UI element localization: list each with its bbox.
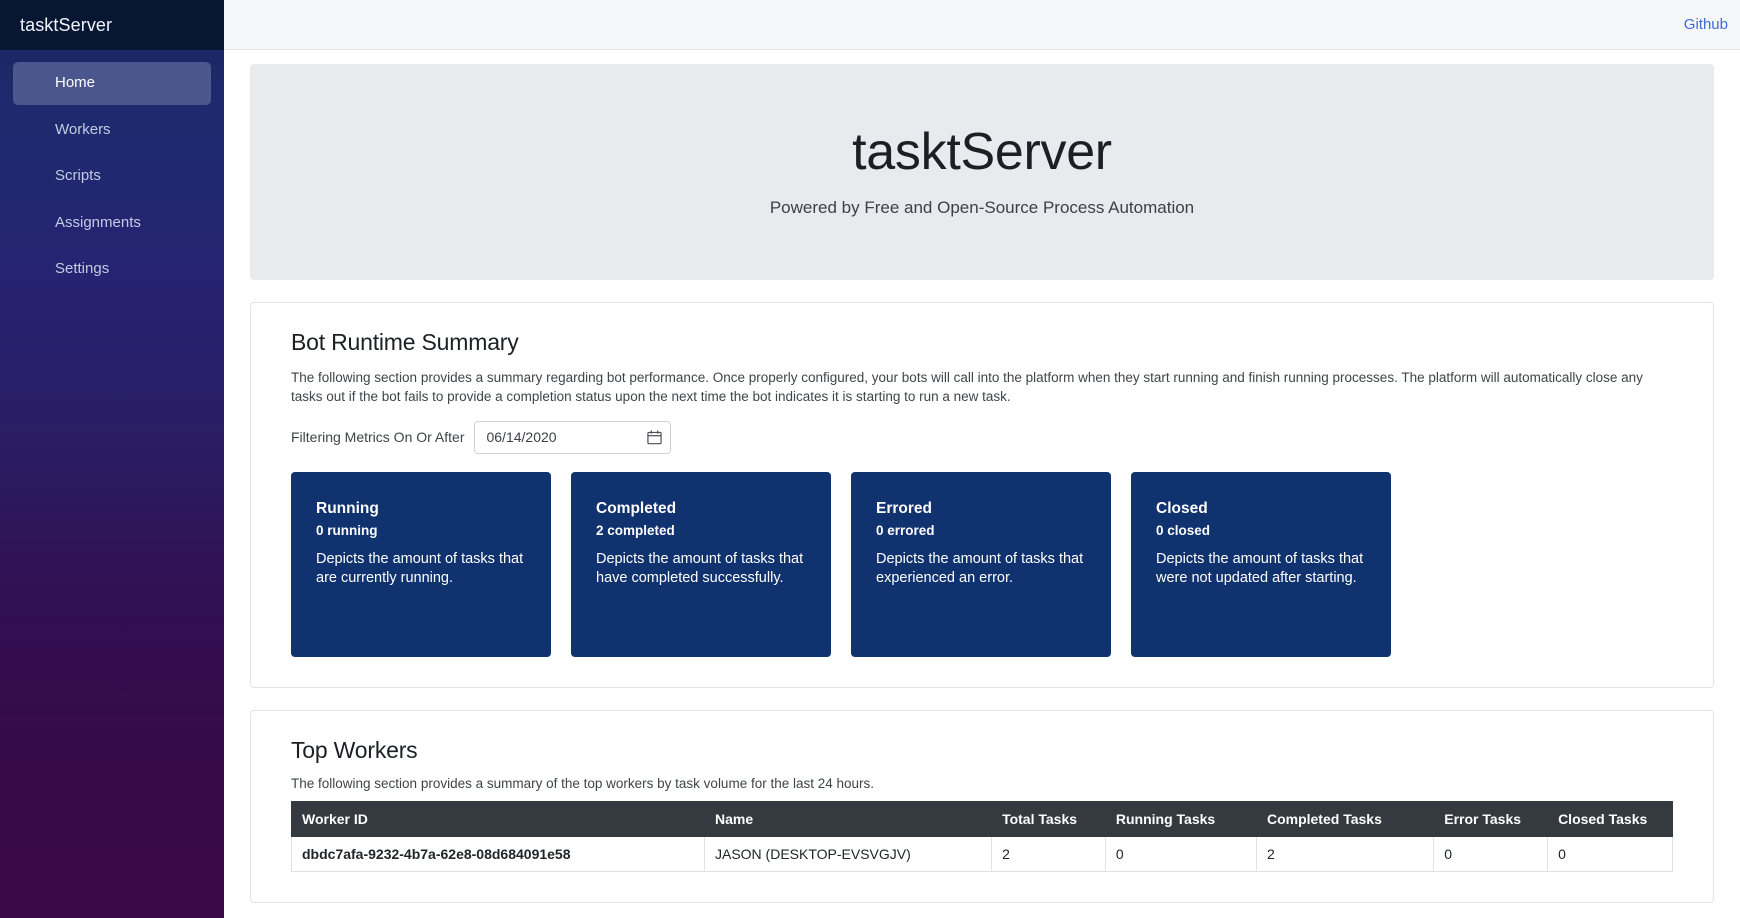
- bot-runtime-summary-description: The following section provides a summary…: [291, 370, 1643, 405]
- sidebar-item-settings-label: Settings: [55, 260, 110, 277]
- sidebar-item-scripts-label: Scripts: [55, 167, 101, 184]
- top-workers-description: The following section provides a summary…: [291, 775, 875, 791]
- metrics-date-value: 06/14/2020: [486, 429, 557, 445]
- table-row[interactable]: dbdc7afa-9232-4b7a-62e8-08d684091e58 JAS…: [291, 835, 1673, 872]
- top-workers-panel: Top Workers The following section provid…: [250, 709, 1714, 903]
- sidebar-item-settings-wrapper: Settings: [13, 248, 211, 291]
- metric-card-errored-description: Depicts the amount of tasks that experie…: [876, 551, 1084, 586]
- sidebar-item-workers-wrapper: Workers: [13, 109, 211, 152]
- sidebar-item-settings[interactable]: Settings: [13, 248, 211, 291]
- hero-subtitle: Powered by Free and Open-Source Process …: [769, 198, 1195, 218]
- column-header-total-tasks: Total Tasks: [991, 800, 1106, 837]
- top-navbar: Github: [224, 0, 1740, 50]
- column-header-error-tasks: Error Tasks: [1433, 800, 1549, 837]
- metric-cards: Running 0 running Depicts the amount of …: [291, 471, 1391, 657]
- top-workers-table: Worker ID Name Total Tasks Running Tasks…: [291, 800, 1673, 872]
- column-header-running-tasks: Running Tasks: [1104, 800, 1257, 837]
- sidebar-brand: tasktServer: [0, 0, 224, 50]
- metric-card-errored-title: Errored: [876, 499, 932, 517]
- sidebar: tasktServer Home Workers Scripts Assignm…: [0, 0, 224, 918]
- top-workers-table-body: dbdc7afa-9232-4b7a-62e8-08d684091e58 JAS…: [291, 835, 1673, 872]
- cell-closed-tasks: 0: [1547, 835, 1673, 872]
- sidebar-item-workers-label: Workers: [55, 120, 111, 138]
- cell-total-tasks: 2: [991, 835, 1106, 872]
- metric-card-running: Running 0 running Depicts the amount of …: [291, 471, 551, 657]
- top-workers-title: Top Workers: [291, 736, 418, 763]
- github-link[interactable]: Github: [1684, 16, 1728, 33]
- metric-card-errored-count: 0 errored: [876, 523, 935, 539]
- page-content: tasktServer Powered by Free and Open-Sou…: [224, 64, 1740, 903]
- page-title: tasktServer: [852, 123, 1112, 181]
- metrics-filter-label: Filtering Metrics On Or After: [291, 429, 465, 445]
- sidebar-item-assignments-label: Assignments: [55, 213, 141, 231]
- column-header-worker-id: Worker ID: [291, 800, 705, 837]
- top-workers-table-head: Worker ID Name Total Tasks Running Tasks…: [291, 800, 1673, 837]
- app-root: tasktServer Home Workers Scripts Assignm…: [0, 0, 1740, 918]
- metric-card-running-description: Depicts the amount of tasks that are cur…: [316, 551, 524, 586]
- metric-card-completed-description: Depicts the amount of tasks that have co…: [596, 551, 804, 586]
- metric-card-closed-count: 0 closed: [1156, 523, 1211, 539]
- sidebar-nav: Home Workers Scripts Assignments Setting…: [0, 50, 224, 291]
- metric-card-closed: Closed 0 closed Depicts the amount of ta…: [1131, 471, 1391, 657]
- metric-card-completed-count: 2 completed: [596, 523, 675, 539]
- metric-card-running-count: 0 running: [316, 523, 378, 539]
- metrics-filter-row: Filtering Metrics On Or After 06/14/2020: [291, 420, 1673, 454]
- sidebar-nav-list: Home Workers Scripts Assignments Setting…: [0, 50, 224, 291]
- cell-name: JASON (DESKTOP-EVSVGJV): [703, 835, 993, 872]
- sidebar-item-workers[interactable]: Workers: [13, 109, 211, 152]
- sidebar-item-home[interactable]: Home: [13, 62, 211, 105]
- metric-card-closed-description: Depicts the amount of tasks that were no…: [1156, 551, 1364, 586]
- metric-card-completed: Completed 2 completed Depicts the amount…: [571, 471, 831, 657]
- cell-completed-tasks: 2: [1255, 835, 1435, 872]
- column-header-closed-tasks: Closed Tasks: [1547, 800, 1673, 837]
- metric-card-closed-title: Closed: [1156, 499, 1208, 517]
- calendar-icon[interactable]: [647, 429, 663, 445]
- bot-runtime-summary-panel: Bot Runtime Summary The following sectio…: [250, 302, 1714, 688]
- main-content: Github tasktServer Powered by Free and O…: [224, 0, 1740, 918]
- cell-error-tasks: 0: [1433, 835, 1549, 872]
- metric-card-running-title: Running: [316, 499, 379, 517]
- column-header-name: Name: [703, 800, 993, 837]
- table-header-row: Worker ID Name Total Tasks Running Tasks…: [291, 800, 1673, 837]
- sidebar-item-home-wrapper: Home: [13, 62, 211, 105]
- column-header-completed-tasks: Completed Tasks: [1255, 800, 1435, 837]
- metric-card-errored: Errored 0 errored Depicts the amount of …: [851, 471, 1111, 657]
- metrics-date-input[interactable]: 06/14/2020: [474, 420, 672, 454]
- brand-title: tasktServer: [20, 14, 113, 35]
- sidebar-item-assignments-wrapper: Assignments: [13, 202, 211, 245]
- hero-banner: tasktServer Powered by Free and Open-Sou…: [250, 64, 1714, 281]
- sidebar-item-scripts[interactable]: Scripts: [13, 155, 211, 198]
- metric-card-completed-title: Completed: [596, 499, 677, 517]
- bot-runtime-summary-title: Bot Runtime Summary: [291, 329, 519, 356]
- sidebar-item-home-label: Home: [55, 74, 96, 91]
- cell-running-tasks: 0: [1104, 835, 1257, 872]
- sidebar-item-assignments[interactable]: Assignments: [13, 202, 211, 245]
- sidebar-item-scripts-wrapper: Scripts: [13, 155, 211, 198]
- cell-worker-id: dbdc7afa-9232-4b7a-62e8-08d684091e58: [291, 835, 705, 872]
